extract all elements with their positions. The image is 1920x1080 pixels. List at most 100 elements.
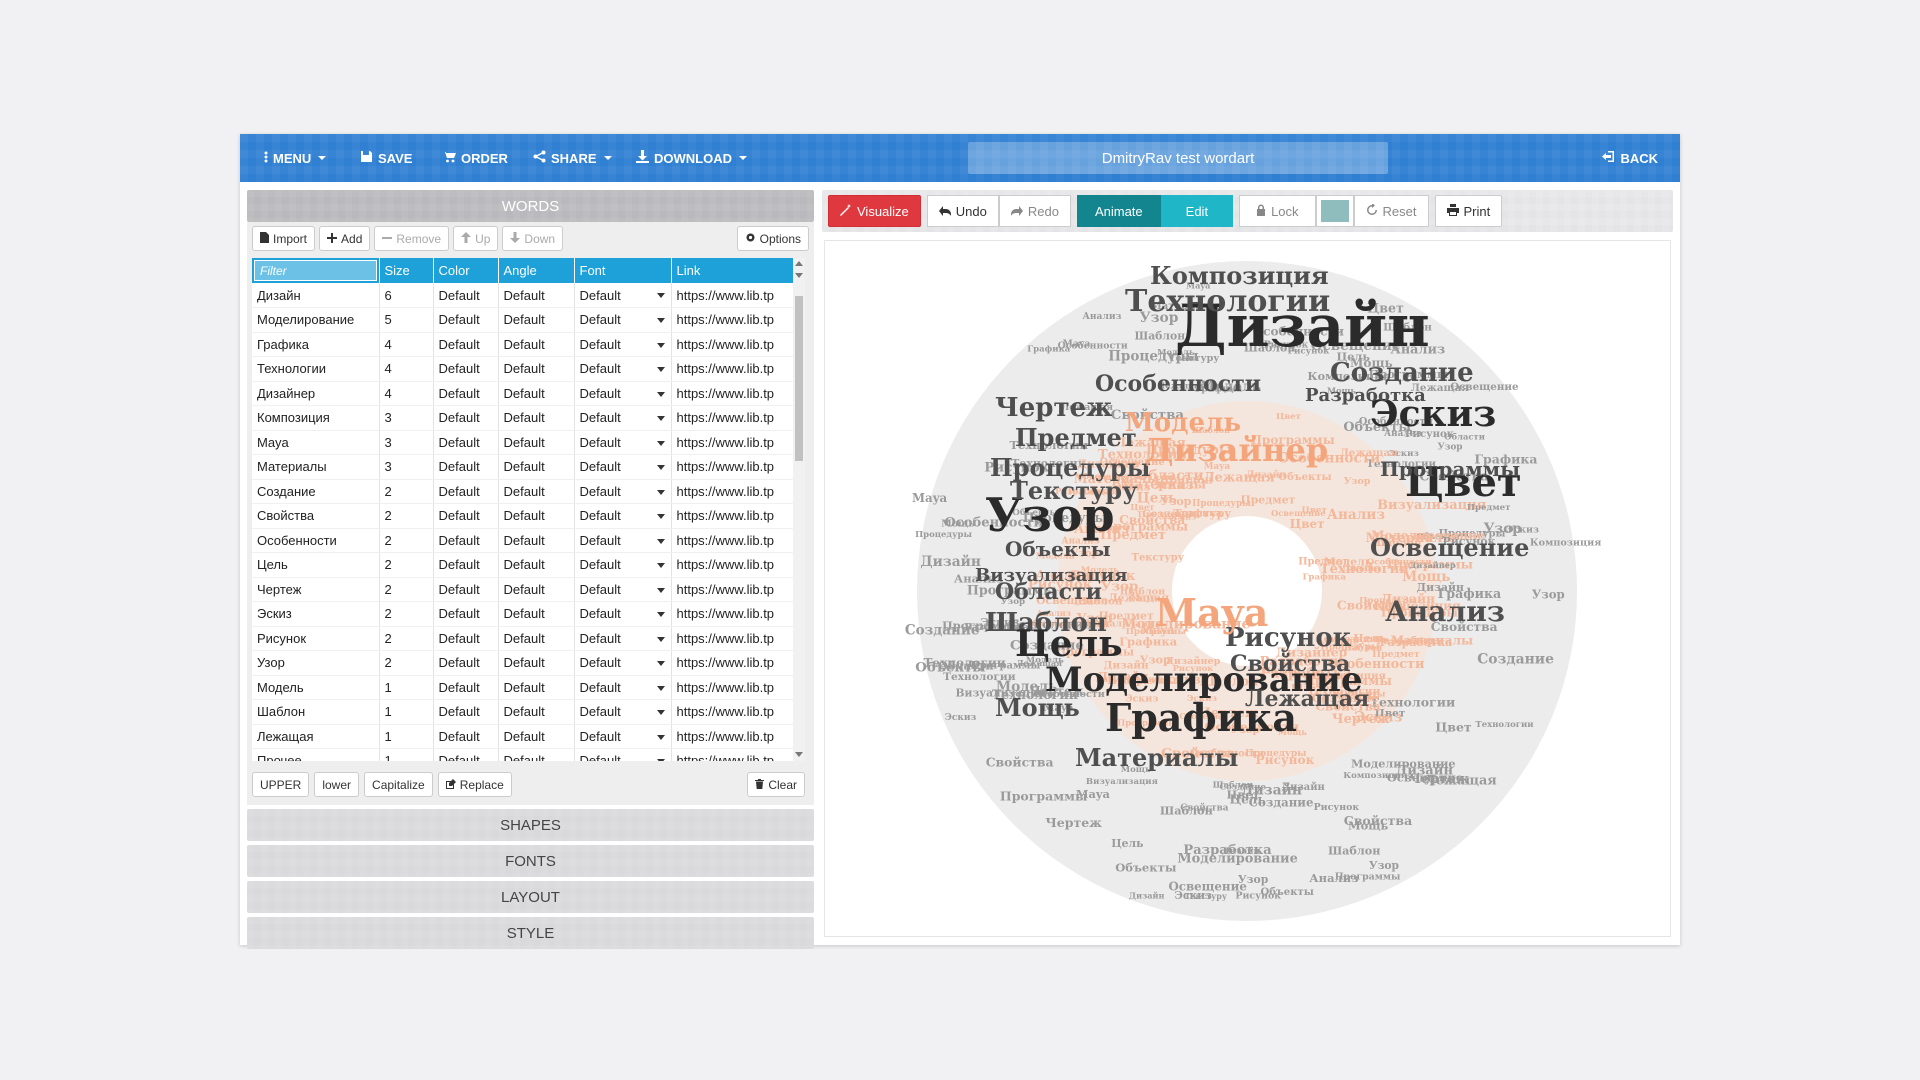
angle-cell[interactable]: Default bbox=[498, 601, 575, 627]
wordart-canvas[interactable]: Узор Модель Лежащая Узор Шаблон Разработка Эск… bbox=[824, 240, 1671, 937]
color-cell[interactable]: Default bbox=[433, 675, 499, 700]
visualize-button[interactable]: Visualize bbox=[828, 195, 921, 227]
link-cell[interactable]: https://www.lib.tp bbox=[671, 307, 794, 333]
word-cell[interactable]: Лежащая bbox=[252, 724, 380, 749]
word-cell[interactable]: Дизайнер bbox=[252, 381, 380, 406]
cloud-word[interactable]: Объекты bbox=[1005, 537, 1111, 561]
table-row[interactable]: Свойства 2 Default Default Default https://ww… bbox=[252, 503, 794, 529]
font-cell[interactable]: Default bbox=[574, 405, 672, 431]
table-row[interactable]: Дизайн 6 Default Default Default https://www.… bbox=[252, 283, 794, 308]
color-cell[interactable]: Default bbox=[433, 528, 499, 553]
word-cell[interactable]: Узор bbox=[252, 650, 380, 676]
angle-cell[interactable]: Default bbox=[498, 699, 575, 725]
background-color-swatch[interactable] bbox=[1315, 195, 1354, 227]
size-cell[interactable]: 2 bbox=[379, 601, 434, 627]
word-cell[interactable]: Технологии bbox=[252, 356, 380, 382]
table-row[interactable]: Эскиз 2 Default Default Default https://www.l… bbox=[252, 601, 794, 627]
link-cell[interactable]: https://www.lib.tp bbox=[671, 601, 794, 627]
cloud-word[interactable]: Свойства bbox=[1230, 651, 1350, 677]
cloud-word[interactable]: Maya bbox=[1155, 590, 1268, 635]
word-cell[interactable]: Особенности bbox=[252, 528, 380, 553]
cloud-word[interactable]: Освещение bbox=[1370, 533, 1529, 562]
font-cell[interactable]: Default bbox=[574, 454, 672, 480]
redo-button[interactable]: Redo bbox=[998, 195, 1071, 227]
color-cell[interactable]: Default bbox=[433, 356, 499, 382]
color-cell[interactable]: Default bbox=[433, 479, 499, 504]
table-row[interactable]: Рисунок 2 Default Default Default https://www… bbox=[252, 626, 794, 651]
angle-cell[interactable]: Default bbox=[498, 675, 575, 700]
angle-cell[interactable]: Default bbox=[498, 454, 575, 480]
word-cell[interactable]: Рисунок bbox=[252, 626, 380, 651]
table-row[interactable]: Maya 3 Default Default Default https://www.li… bbox=[252, 430, 794, 455]
angle-cell[interactable]: Default bbox=[498, 332, 575, 357]
table-row[interactable]: Лежащая 1 Default Default Default https://www… bbox=[252, 724, 794, 749]
link-cell[interactable]: https://www.lib.tp bbox=[671, 626, 794, 651]
size-cell[interactable]: 4 bbox=[379, 332, 434, 357]
angle-cell[interactable]: Default bbox=[498, 552, 575, 578]
lowercase-button[interactable]: lower bbox=[314, 772, 360, 797]
table-row[interactable]: Моделирование 5 Default Default Default https… bbox=[252, 307, 794, 333]
link-cell[interactable]: https://www.lib.tp bbox=[671, 699, 794, 725]
color-cell[interactable]: Default bbox=[433, 430, 499, 455]
download-button[interactable]: DOWNLOAD bbox=[636, 134, 747, 182]
column-header-color[interactable]: Color bbox=[433, 258, 499, 283]
options-button[interactable]: Options bbox=[736, 226, 809, 251]
angle-cell[interactable]: Default bbox=[498, 405, 575, 431]
word-cell[interactable]: Maya bbox=[252, 430, 380, 455]
angle-cell[interactable]: Default bbox=[498, 381, 575, 406]
color-cell[interactable]: Default bbox=[433, 699, 499, 725]
scrollbar-thumb[interactable] bbox=[795, 296, 803, 461]
column-header-font[interactable]: Font bbox=[574, 258, 672, 283]
size-cell[interactable]: 6 bbox=[379, 283, 434, 308]
uppercase-button[interactable]: UPPER bbox=[252, 772, 310, 797]
move-up-button[interactable]: Up bbox=[453, 226, 499, 251]
color-cell[interactable]: Default bbox=[433, 283, 499, 308]
size-cell[interactable]: 3 bbox=[379, 454, 434, 480]
angle-cell[interactable]: Default bbox=[498, 503, 575, 529]
font-cell[interactable]: Default bbox=[574, 381, 672, 406]
cloud-word[interactable]: Разработка bbox=[1305, 385, 1426, 406]
word-cell[interactable]: Чертеж bbox=[252, 577, 380, 602]
reset-button[interactable]: Reset bbox=[1353, 195, 1429, 227]
font-cell[interactable]: Default bbox=[574, 626, 672, 651]
font-cell[interactable]: Default bbox=[574, 748, 672, 761]
size-cell[interactable]: 2 bbox=[379, 503, 434, 529]
link-cell[interactable]: https://www.lib.tp bbox=[671, 381, 794, 406]
color-cell[interactable]: Default bbox=[433, 503, 499, 529]
move-down-button[interactable]: Down bbox=[502, 226, 564, 251]
size-cell[interactable]: 4 bbox=[379, 381, 434, 406]
filter-input[interactable]: Filter bbox=[254, 260, 377, 281]
back-button[interactable]: BACK bbox=[1602, 134, 1658, 182]
table-row[interactable]: Материалы 3 Default Default Default https://w… bbox=[252, 454, 794, 480]
angle-cell[interactable]: Default bbox=[498, 724, 575, 749]
color-cell[interactable]: Default bbox=[433, 577, 499, 602]
link-cell[interactable]: https://www.lib.tp bbox=[671, 552, 794, 578]
table-row[interactable]: Модель 1 Default Default Default https://www.… bbox=[252, 675, 794, 700]
table-row[interactable]: Особенности 2 Default Default Default https:/… bbox=[252, 528, 794, 553]
angle-cell[interactable]: Default bbox=[498, 528, 575, 553]
color-cell[interactable]: Default bbox=[433, 307, 499, 333]
size-cell[interactable]: 1 bbox=[379, 675, 434, 700]
size-cell[interactable]: 2 bbox=[379, 577, 434, 602]
link-cell[interactable]: https://www.lib.tp bbox=[671, 405, 794, 431]
link-cell[interactable]: https://www.lib.tp bbox=[671, 454, 794, 480]
table-row[interactable]: Узор 2 Default Default Default https://www.li… bbox=[252, 650, 794, 676]
font-cell[interactable]: Default bbox=[574, 307, 672, 333]
link-cell[interactable]: https://www.lib.tp bbox=[671, 503, 794, 529]
cloud-word[interactable]: Цель bbox=[1015, 623, 1123, 665]
link-cell[interactable]: https://www.lib.tp bbox=[671, 332, 794, 357]
color-cell[interactable]: Default bbox=[433, 405, 499, 431]
angle-cell[interactable]: Default bbox=[498, 307, 575, 333]
lock-button[interactable]: Lock bbox=[1239, 195, 1316, 227]
table-row[interactable]: Создание 2 Default Default Default https://ww… bbox=[252, 479, 794, 504]
word-cell[interactable]: Создание bbox=[252, 479, 380, 504]
angle-cell[interactable]: Default bbox=[498, 479, 575, 504]
color-cell[interactable]: Default bbox=[433, 650, 499, 676]
word-cell[interactable]: Прочее bbox=[252, 748, 380, 761]
word-cell[interactable]: Цель bbox=[252, 552, 380, 578]
angle-cell[interactable]: Default bbox=[498, 577, 575, 602]
size-cell[interactable]: 1 bbox=[379, 699, 434, 725]
color-cell[interactable]: Default bbox=[433, 601, 499, 627]
color-cell[interactable]: Default bbox=[433, 381, 499, 406]
link-cell[interactable]: https://www.lib.tp bbox=[671, 356, 794, 382]
